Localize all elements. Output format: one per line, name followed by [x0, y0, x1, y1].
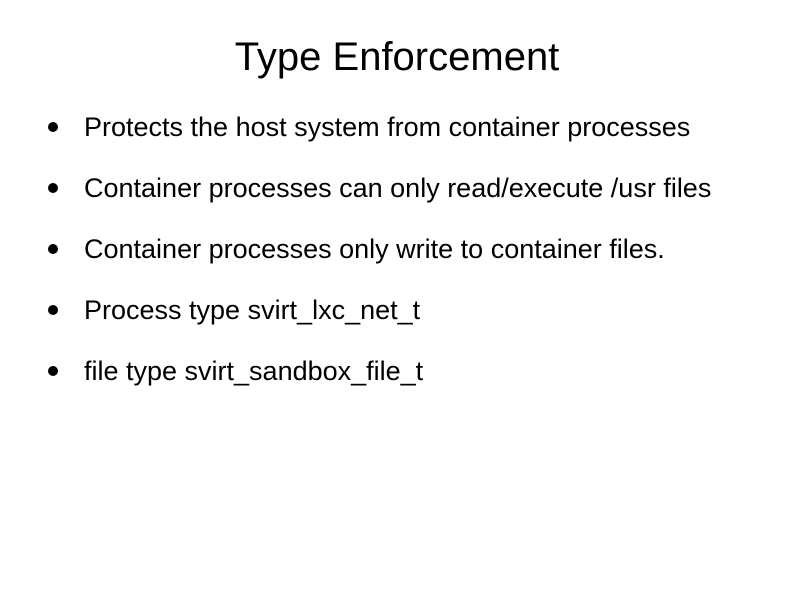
bullet-icon: [48, 122, 58, 132]
list-item: Container processes can only read/execut…: [48, 171, 754, 206]
bullet-text: Container processes can only read/execut…: [84, 171, 754, 206]
list-item: Process type svirt_lxc_net_t: [48, 293, 754, 328]
bullet-icon: [48, 244, 58, 254]
list-item: Protects the host system from container …: [48, 110, 754, 145]
bullet-icon: [48, 305, 58, 315]
bullet-icon: [48, 183, 58, 193]
bullet-list: Protects the host system from container …: [40, 110, 754, 389]
bullet-text: file type svirt_sandbox_file_t: [84, 354, 754, 389]
list-item: file type svirt_sandbox_file_t: [48, 354, 754, 389]
bullet-text: Protects the host system from container …: [84, 110, 754, 145]
bullet-icon: [48, 366, 58, 376]
bullet-text: Container processes only write to contai…: [84, 232, 754, 267]
bullet-text: Process type svirt_lxc_net_t: [84, 293, 754, 328]
list-item: Container processes only write to contai…: [48, 232, 754, 267]
page-title: Type Enforcement: [40, 35, 754, 80]
